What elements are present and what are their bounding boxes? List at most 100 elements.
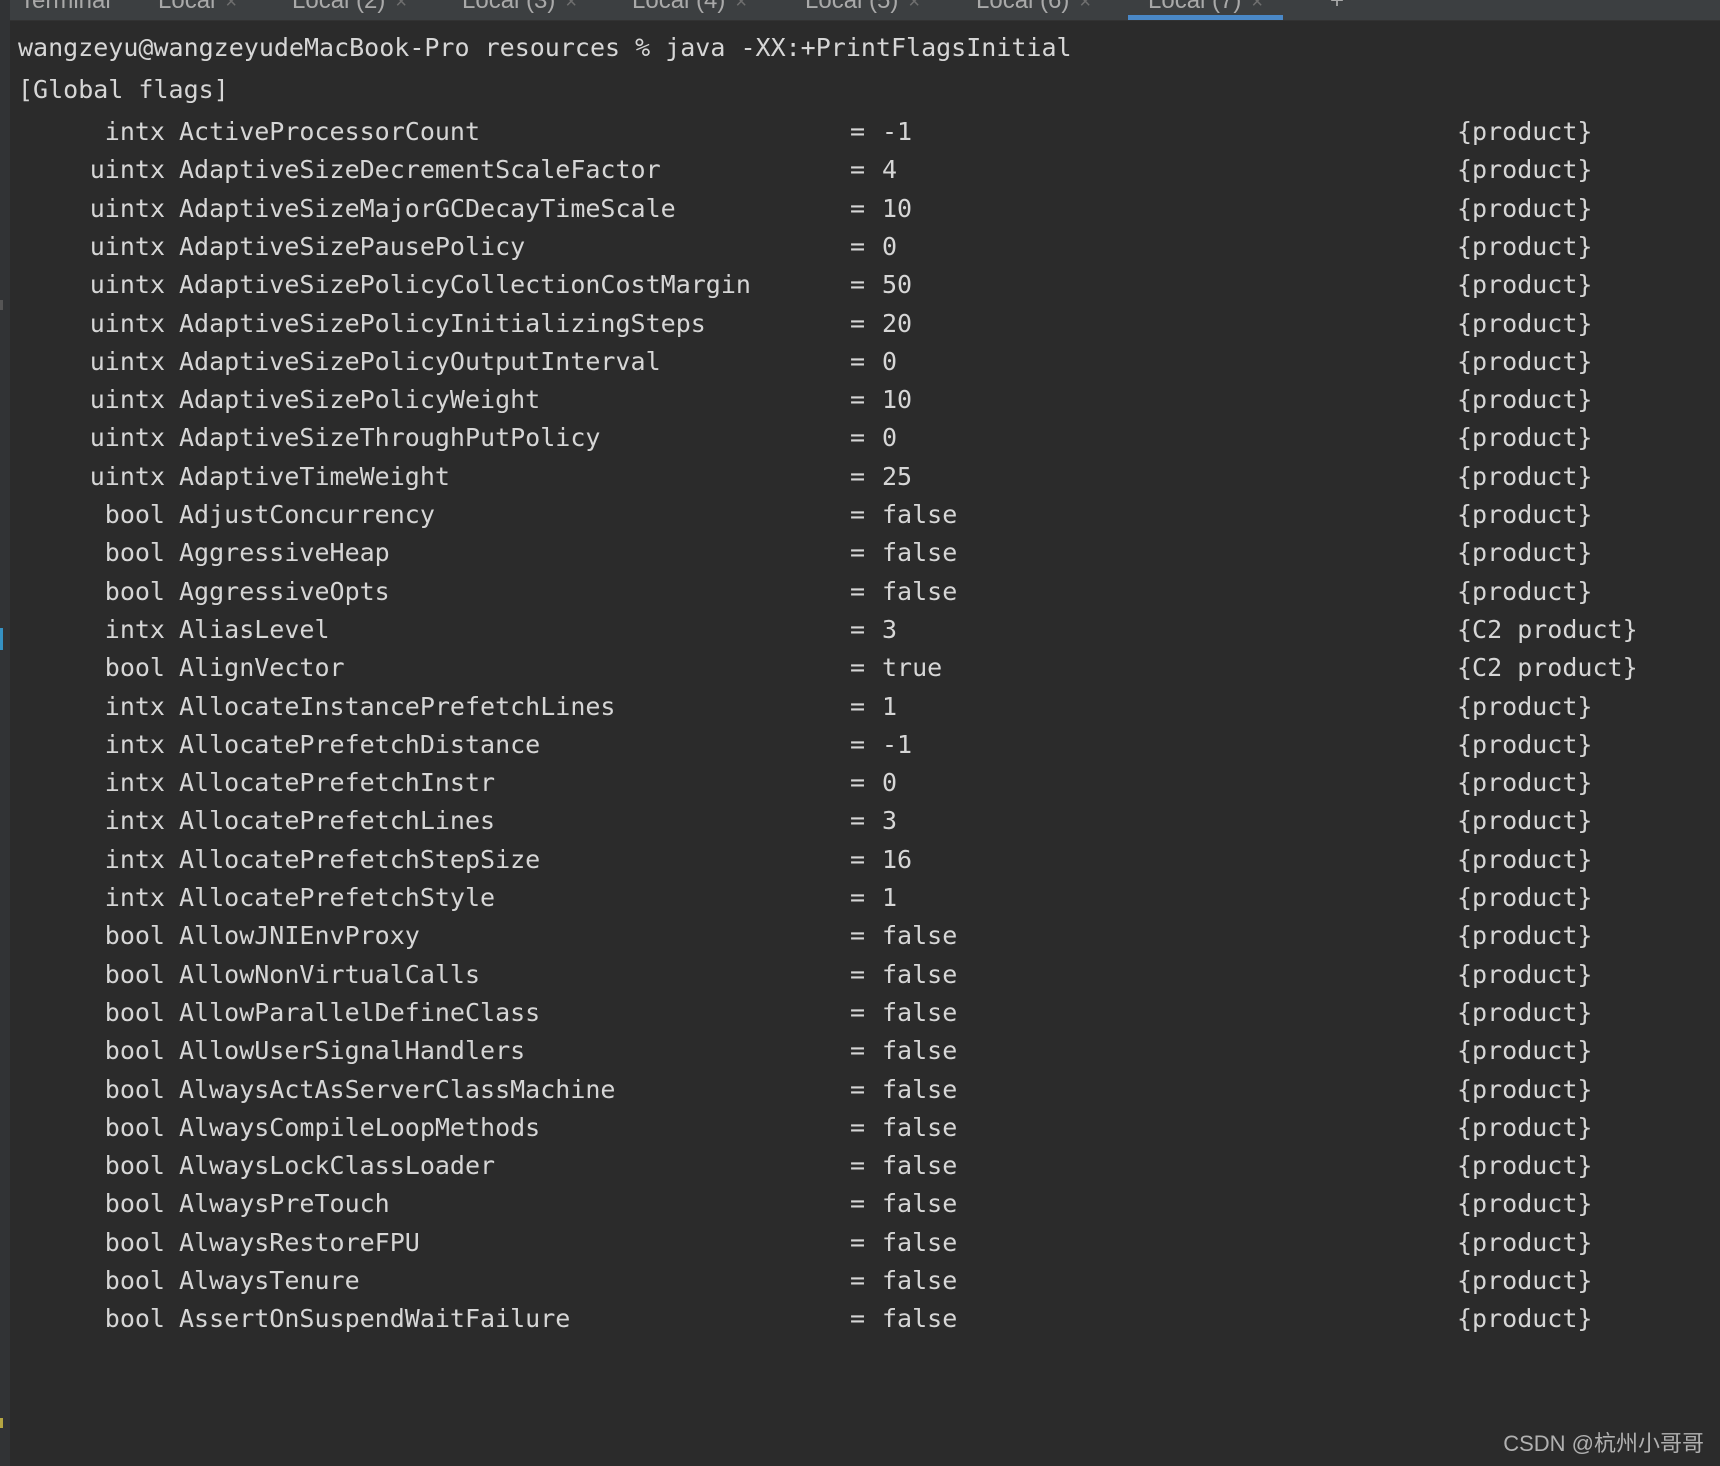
flag-row: intx AllocateInstancePrefetchLines = 1 {prod… <box>10 686 1710 728</box>
flag-type: bool <box>104 1151 165 1181</box>
flag-kind: {product} <box>1457 576 1593 606</box>
close-icon[interactable]: × <box>908 0 920 13</box>
flag-type: bool <box>104 1266 165 1295</box>
flag-value: 0 <box>882 231 898 261</box>
flag-name: AllowUserSignalHandlers <box>179 1036 526 1066</box>
flag-type: intx <box>104 117 165 146</box>
tab-6[interactable]: Local (6) × <box>976 0 1091 20</box>
flag-name: AllocatePrefetchStyle <box>179 883 496 912</box>
flag-value: false <box>882 538 958 568</box>
flag-value: 10 <box>882 385 913 415</box>
flag-row: bool AlwaysActAsServerClassMachine = false {… <box>10 1069 1710 1111</box>
flag-equals: = <box>850 500 866 529</box>
flag-equals: = <box>850 921 866 951</box>
flag-kind: {product} <box>1457 959 1593 989</box>
flag-equals: = <box>850 691 866 721</box>
flag-row: uintx AdaptiveSizePolicyInitializingSteps… <box>10 303 1710 345</box>
close-icon[interactable]: × <box>565 0 577 13</box>
flag-equals: = <box>850 844 866 874</box>
flag-equals: = <box>850 461 866 491</box>
close-icon[interactable]: × <box>395 0 407 13</box>
flag-value: -1 <box>882 117 913 146</box>
flag-name: AllowJNIEnvProxy <box>179 921 420 951</box>
flag-value: 25 <box>882 461 913 491</box>
gutter-marker <box>0 1418 3 1428</box>
flag-row: uintx AdaptiveSizeThroughPutPolicy = 0 {prod… <box>10 417 1710 459</box>
flag-equals: = <box>850 1304 866 1334</box>
flag-kind: {product} <box>1457 1189 1593 1219</box>
flag-row: bool AllowNonVirtualCalls = false {product} <box>10 954 1710 996</box>
tab-8[interactable]: + <box>1330 0 1344 20</box>
flag-row: uintx AdaptiveSizePausePolicy = 0 {product} <box>10 226 1710 268</box>
close-icon[interactable]: × <box>1251 0 1263 13</box>
flag-name: AlwaysCompileLoopMethods <box>179 1112 541 1142</box>
close-icon[interactable]: × <box>735 0 747 13</box>
tab-5[interactable]: Local (5) × <box>805 0 920 20</box>
flag-type: bool <box>104 1189 165 1219</box>
flag-type: uintx <box>89 155 165 185</box>
flag-row: uintx AdaptiveSizePolicyWeight = 10 {product… <box>10 379 1710 421</box>
flag-type: intx <box>104 844 165 874</box>
flag-row: uintx AdaptiveSizeDecrementScaleFactor = 4 {… <box>10 149 1710 191</box>
gutter-marker <box>0 300 3 310</box>
flag-name: AdaptiveSizePausePolicy <box>179 231 526 261</box>
tab-4[interactable]: Local (4) × <box>632 0 747 20</box>
flag-row: bool AlwaysTenure = false {product} <box>10 1260 1710 1302</box>
flag-name: AdaptiveTimeWeight <box>179 461 450 491</box>
tab-2[interactable]: Local (2) × <box>292 0 407 20</box>
flag-equals: = <box>850 1227 866 1257</box>
watermark: CSDN @杭州小哥哥 <box>1503 1431 1704 1456</box>
flag-name: AllowNonVirtualCalls <box>179 959 481 989</box>
close-icon[interactable]: × <box>1079 0 1091 13</box>
flag-value: true <box>882 653 943 683</box>
flag-row: uintx AdaptiveTimeWeight = 25 {product} <box>10 456 1710 498</box>
tab-label: Local <box>158 0 216 14</box>
flag-type: bool <box>104 1304 165 1334</box>
flag-row: bool AlignVector = true {C2 product} <box>10 647 1710 689</box>
flag-row: intx AllocatePrefetchDistance = -1 {product} <box>10 724 1710 766</box>
flag-value: -1 <box>882 729 913 759</box>
flag-kind: {product} <box>1457 308 1593 338</box>
flag-value: 50 <box>882 270 913 300</box>
flag-kind: {product} <box>1457 423 1593 453</box>
flag-equals: = <box>850 231 866 261</box>
terminal-output[interactable]: wangzeyu@wangzeyudeMacBook-Pro resources… <box>10 21 1720 1466</box>
flag-value: 3 <box>882 614 898 644</box>
flag-kind: {product} <box>1457 729 1593 759</box>
flag-name: AdaptiveSizePolicyWeight <box>179 385 541 415</box>
tab-label: Local (5) <box>805 0 899 14</box>
flag-equals: = <box>850 193 866 223</box>
tab-7[interactable]: Local (7) × <box>1128 0 1284 20</box>
flag-kind: {product} <box>1457 385 1593 415</box>
tab-1[interactable]: Local × <box>158 0 237 20</box>
flag-value: false <box>882 500 958 529</box>
tab-3[interactable]: Local (3) × <box>462 0 577 20</box>
tab-0[interactable]: Terminal <box>20 0 111 20</box>
flag-type: intx <box>104 691 165 721</box>
flag-type: uintx <box>89 308 165 338</box>
flag-name: AggressiveHeap <box>179 538 390 568</box>
flag-type: bool <box>104 500 165 529</box>
flag-name: AssertOnSuspendWaitFailure <box>179 1304 571 1334</box>
flag-value: 10 <box>882 193 913 223</box>
flag-row: intx AliasLevel = 3 {C2 product} <box>10 609 1710 651</box>
close-icon[interactable]: × <box>225 0 237 13</box>
flag-name: AllowParallelDefineClass <box>179 997 541 1027</box>
flag-row: uintx AdaptiveSizeMajorGCDecayTimeScale = 1… <box>10 188 1710 230</box>
flag-name: AdaptiveSizePolicyCollectionCostMargin <box>179 270 751 300</box>
flag-row: bool AllowJNIEnvProxy = false {product} <box>10 915 1710 957</box>
flag-row: bool AlwaysPreTouch = false {product} <box>10 1183 1710 1225</box>
flag-name: AlwaysPreTouch <box>179 1189 390 1219</box>
flag-equals: = <box>850 1112 866 1142</box>
flag-type: bool <box>104 538 165 568</box>
flag-name: AlignVector <box>179 653 345 683</box>
flag-name: AllocatePrefetchLines <box>179 806 496 836</box>
flag-row: intx AllocatePrefetchInstr = 0 {product} <box>10 762 1710 804</box>
flag-row: bool AlwaysCompileLoopMethods = false {produ… <box>10 1107 1710 1149</box>
flag-type: intx <box>104 768 165 798</box>
flag-name: AdjustConcurrency <box>179 500 435 529</box>
flag-kind: {product} <box>1457 538 1593 568</box>
flag-name: ActiveProcessorCount <box>179 117 481 146</box>
flag-type: bool <box>104 1227 165 1257</box>
flag-value: 0 <box>882 423 898 453</box>
